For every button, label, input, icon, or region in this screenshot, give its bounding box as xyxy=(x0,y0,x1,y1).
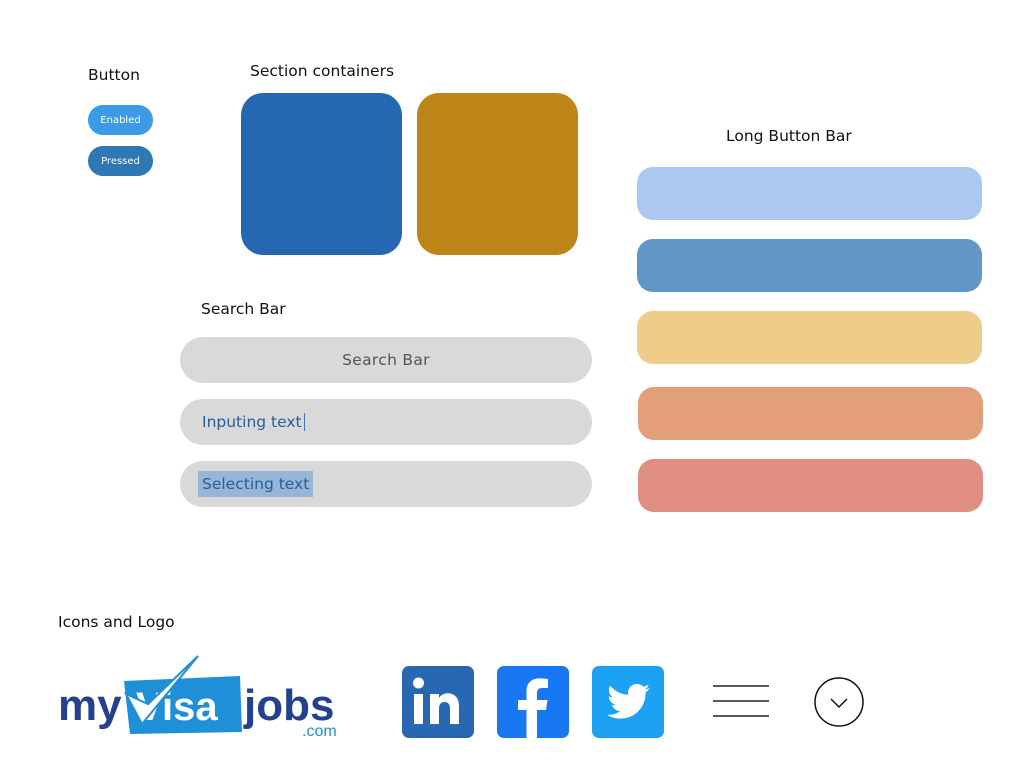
chevron-down-circle-icon[interactable] xyxy=(813,676,865,728)
search-bar-selecting[interactable]: Selecting text xyxy=(180,461,592,507)
enabled-button[interactable]: Enabled xyxy=(88,105,153,135)
search-bar-default[interactable]: Search Bar xyxy=(180,337,592,383)
search-bar-input-text: Inputing text xyxy=(202,413,302,431)
linkedin-icon[interactable] xyxy=(402,666,474,738)
long-button-bar-blue[interactable] xyxy=(637,239,982,292)
logo-text-my: my xyxy=(58,681,122,730)
menu-icon[interactable] xyxy=(712,684,770,720)
facebook-icon[interactable] xyxy=(497,666,569,738)
search-bar-placeholder: Search Bar xyxy=(342,351,430,369)
logo-text-dotcom: .com xyxy=(302,723,337,740)
text-caret xyxy=(303,413,305,431)
long-button-bar-yellow[interactable] xyxy=(637,311,982,364)
long-button-bar-light-blue[interactable] xyxy=(637,167,982,220)
blue-section-container[interactable] xyxy=(241,93,402,255)
containers-section-title: Section containers xyxy=(250,62,395,80)
search-bar-selected-text: Selecting text xyxy=(198,471,314,497)
twitter-icon[interactable] xyxy=(592,666,664,738)
long-button-bar-orange[interactable] xyxy=(638,387,983,440)
icons-section-title: Icons and Logo xyxy=(58,613,175,631)
long-bar-section-title: Long Button Bar xyxy=(726,127,852,145)
search-bar-typing[interactable]: Inputing text xyxy=(180,399,592,445)
long-button-bar-red[interactable] xyxy=(638,459,983,512)
search-section-title: Search Bar xyxy=(201,300,286,318)
gold-section-container[interactable] xyxy=(417,93,578,255)
button-section-title: Button xyxy=(88,66,140,84)
pressed-button[interactable]: Pressed xyxy=(88,146,153,176)
myvisajobs-logo[interactable]: my Visa jobs .com xyxy=(58,654,348,740)
